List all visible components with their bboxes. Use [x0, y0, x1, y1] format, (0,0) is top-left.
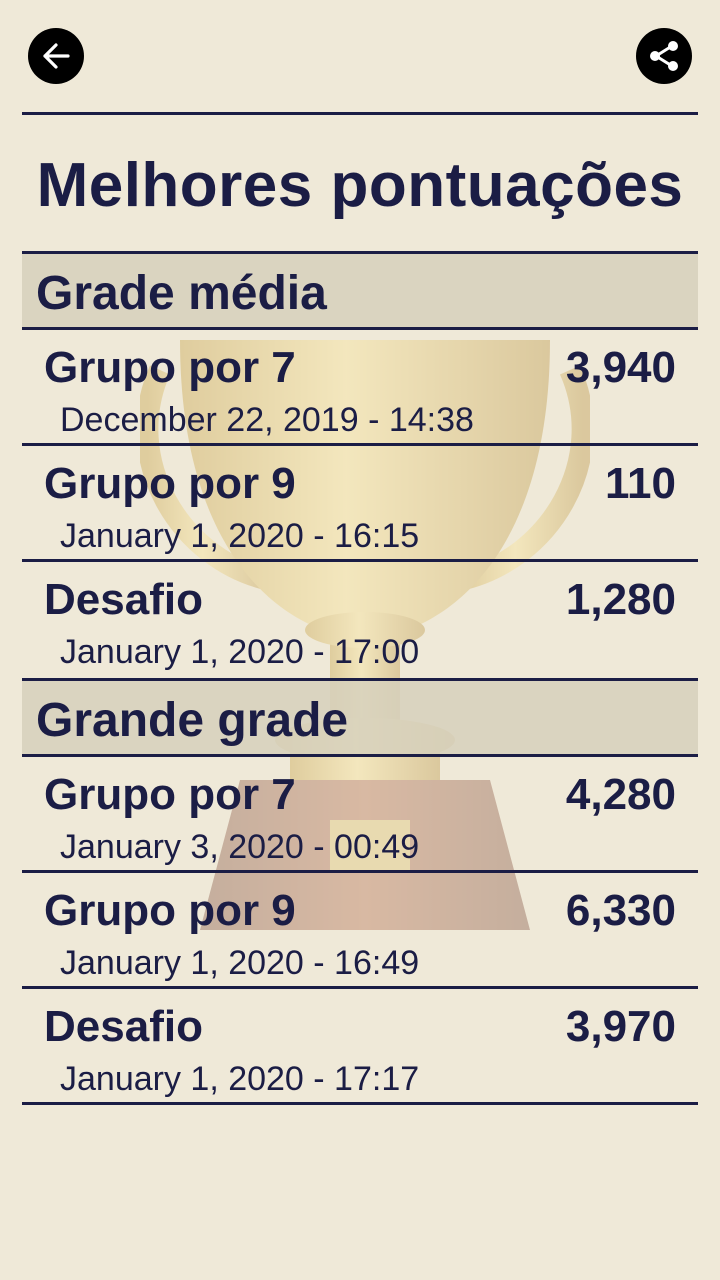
share-button[interactable] [636, 28, 692, 84]
score-row: Desafio 3,970 January 1, 2020 - 17:17 [22, 989, 698, 1105]
score-date: January 1, 2020 - 17:00 [60, 633, 420, 671]
score-date: December 22, 2019 - 14:38 [60, 401, 474, 439]
arrow-left-icon [43, 43, 70, 69]
mode-name: Grupo por 9 [44, 886, 296, 935]
score-row: Grupo por 7 4,280 January 3, 2020 - 00:4… [22, 757, 698, 873]
section-label: Grande grade [36, 694, 349, 747]
score-date: January 3, 2020 - 00:49 [60, 828, 420, 866]
score-value: 1,280 [565, 575, 676, 624]
score-value: 3,970 [565, 1002, 676, 1051]
section-header-grande-grade: Grande grade [22, 678, 698, 757]
header-divider [22, 112, 698, 115]
score-value: 4,280 [565, 770, 676, 819]
score-row: Grupo por 9 6,330 January 1, 2020 - 16:4… [22, 873, 698, 989]
mode-name: Desafio [44, 1002, 203, 1051]
score-row: Desafio 1,280 January 1, 2020 - 17:00 [22, 562, 698, 678]
section-header-grade-media: Grade média [22, 251, 698, 330]
section-label: Grade média [36, 267, 327, 320]
mode-name: Grupo por 7 [44, 770, 296, 819]
score-date: January 1, 2020 - 17:17 [60, 1060, 420, 1098]
score-value: 3,940 [565, 343, 676, 392]
mode-name: Grupo por 9 [44, 459, 296, 508]
page-title: Melhores pontuações [36, 151, 684, 220]
score-value: 110 [605, 459, 676, 508]
score-date: January 1, 2020 - 16:49 [60, 944, 420, 982]
mode-name: Desafio [44, 575, 203, 624]
score-value: 6,330 [565, 886, 676, 935]
score-date: January 1, 2020 - 16:15 [60, 517, 420, 555]
score-row: Grupo por 9 110 January 1, 2020 - 16:15 [22, 446, 698, 562]
score-row: Grupo por 7 3,940 December 22, 2019 - 14… [22, 330, 698, 446]
back-button[interactable] [28, 28, 84, 84]
share-icon [650, 41, 678, 71]
mode-name: Grupo por 7 [44, 343, 296, 392]
scores-table: Grade média Grupo por 7 3,940 December 2… [22, 251, 698, 1105]
